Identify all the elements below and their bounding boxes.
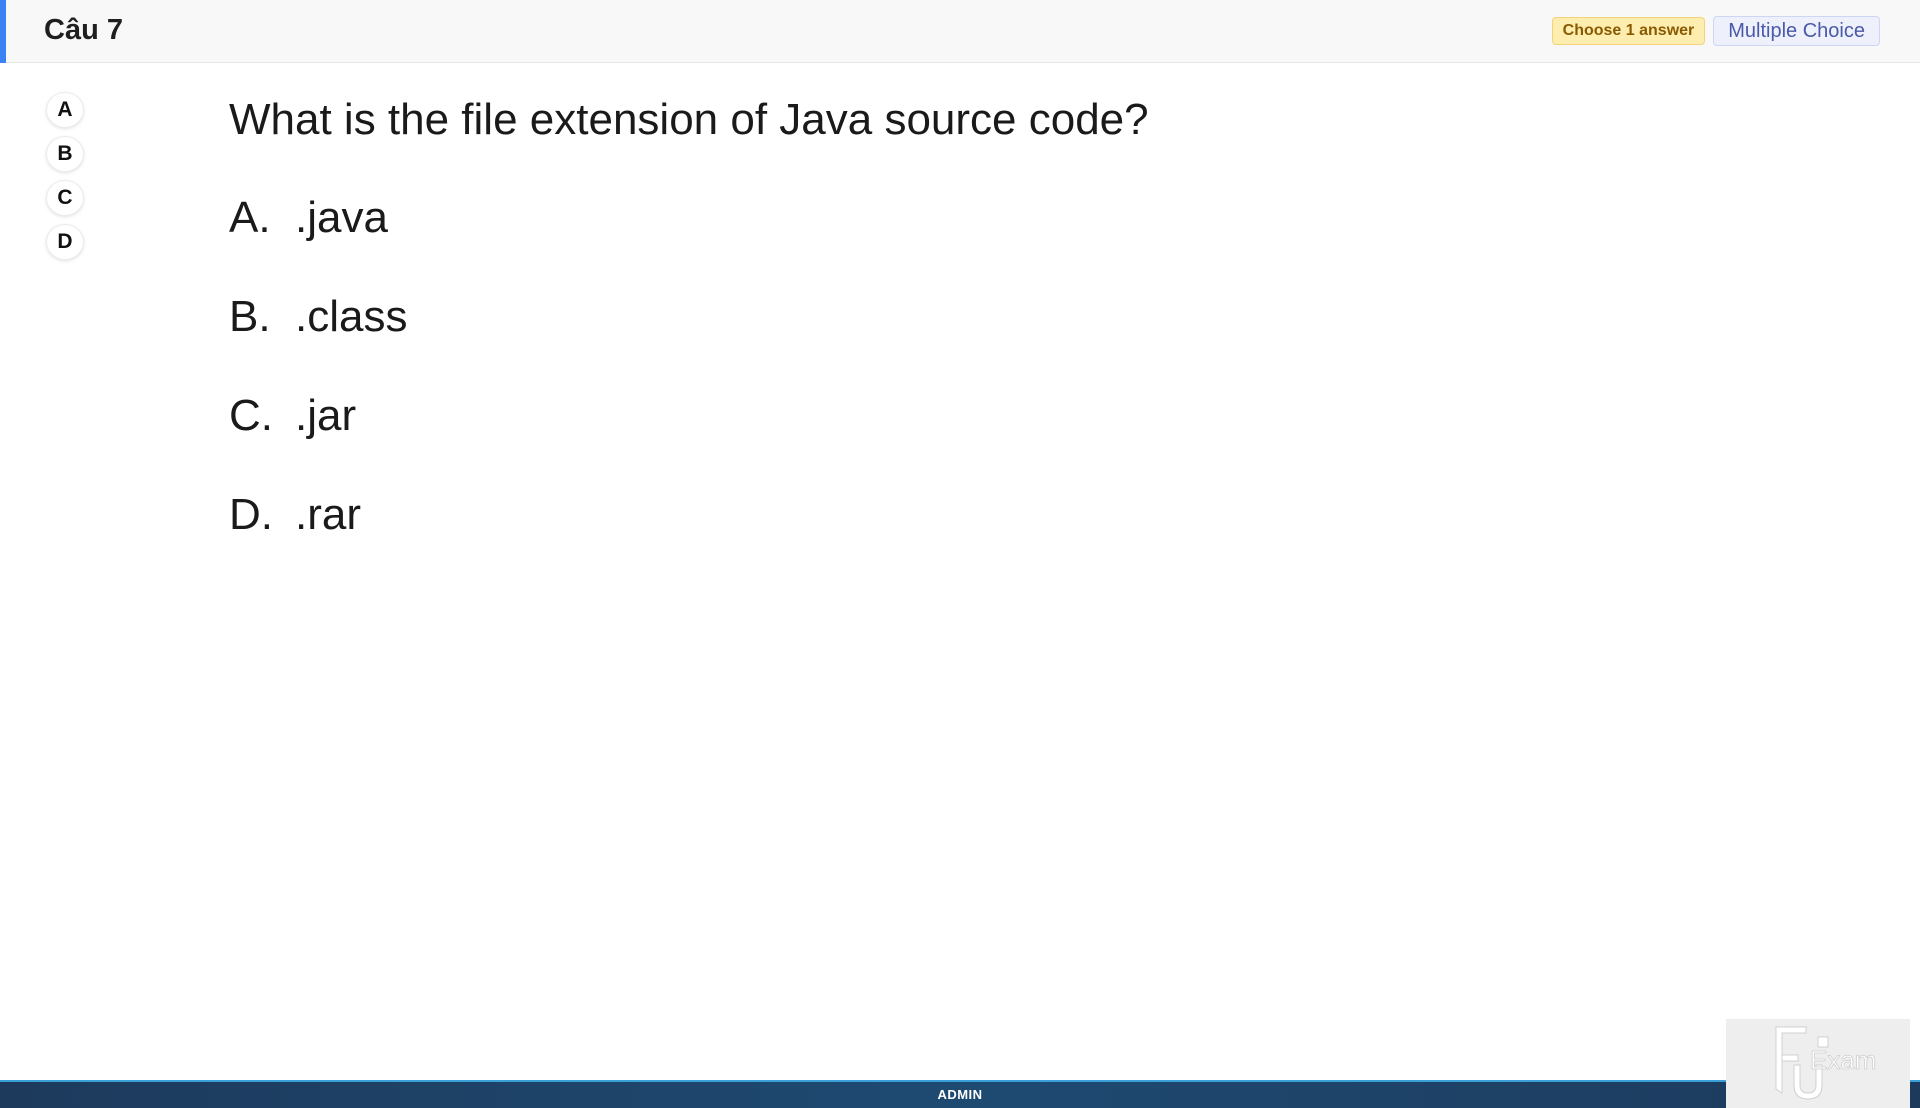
option-letter: A.: [229, 193, 271, 242]
footer-bar: ADMIN: [0, 1080, 1920, 1108]
question-option-b: B. .class: [229, 291, 1149, 343]
answer-option-c-button[interactable]: C: [46, 180, 84, 216]
option-letter: C.: [229, 391, 273, 440]
option-text: .jar: [295, 391, 357, 440]
answer-option-b-button[interactable]: B: [46, 136, 84, 172]
question-text: What is the file extension of Java sourc…: [229, 95, 1149, 144]
logo-text: Exam: [1810, 1045, 1876, 1075]
header-accent-bar: [0, 0, 6, 63]
question-number: Câu 7: [44, 14, 123, 46]
option-text: .java: [295, 193, 388, 242]
answer-option-d-button[interactable]: D: [46, 224, 84, 260]
question-content: What is the file extension of Java sourc…: [229, 94, 1149, 588]
footer-user-label: ADMIN: [937, 1087, 983, 1102]
logo-graphic: Exam: [1775, 1026, 1877, 1100]
option-text: .class: [295, 292, 408, 341]
fu-exam-logo-icon: Exam: [1726, 1019, 1910, 1108]
option-text: .rar: [295, 490, 361, 539]
option-letter: D.: [229, 490, 273, 539]
question-header: Câu 7 Choose 1 answer Multiple Choice: [0, 0, 1920, 63]
answer-option-a-button[interactable]: A: [46, 92, 84, 128]
option-letter: B.: [229, 292, 271, 341]
answer-selector-list: A B C D: [46, 92, 84, 260]
question-option-a: A. .java: [229, 192, 1149, 244]
question-option-c: C. .jar: [229, 390, 1149, 442]
choose-count-badge: Choose 1 answer: [1551, 17, 1706, 45]
question-badges: Choose 1 answer Multiple Choice: [1551, 16, 1880, 46]
exam-page: Câu 7 Choose 1 answer Multiple Choice A …: [0, 0, 1920, 1108]
question-type-badge: Multiple Choice: [1713, 16, 1880, 46]
question-option-d: D. .rar: [229, 489, 1149, 541]
